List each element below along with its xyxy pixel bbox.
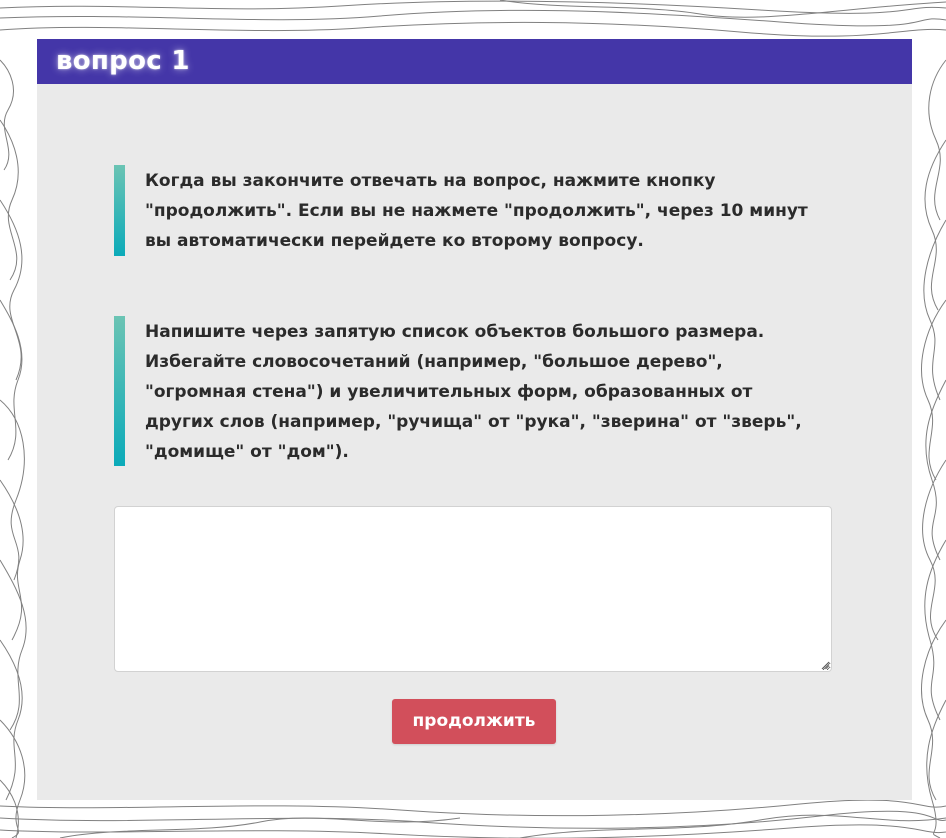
continue-button[interactable]: продолжить xyxy=(392,699,556,744)
resize-grip-icon[interactable] xyxy=(820,660,830,670)
task-instructions-text: Напишите через запятую список объектов б… xyxy=(145,322,802,462)
question-header: вопрос 1 xyxy=(37,39,912,84)
question-title: вопрос 1 xyxy=(56,46,190,76)
task-instructions: Напишите через запятую список объектов б… xyxy=(114,316,815,466)
question-card: вопрос 1 Когда вы закончите отвечать на … xyxy=(37,39,912,800)
answer-textarea[interactable] xyxy=(114,506,832,672)
timer-notice: Когда вы закончите отвечать на вопрос, н… xyxy=(114,165,815,256)
timer-notice-text: Когда вы закончите отвечать на вопрос, н… xyxy=(145,171,808,251)
